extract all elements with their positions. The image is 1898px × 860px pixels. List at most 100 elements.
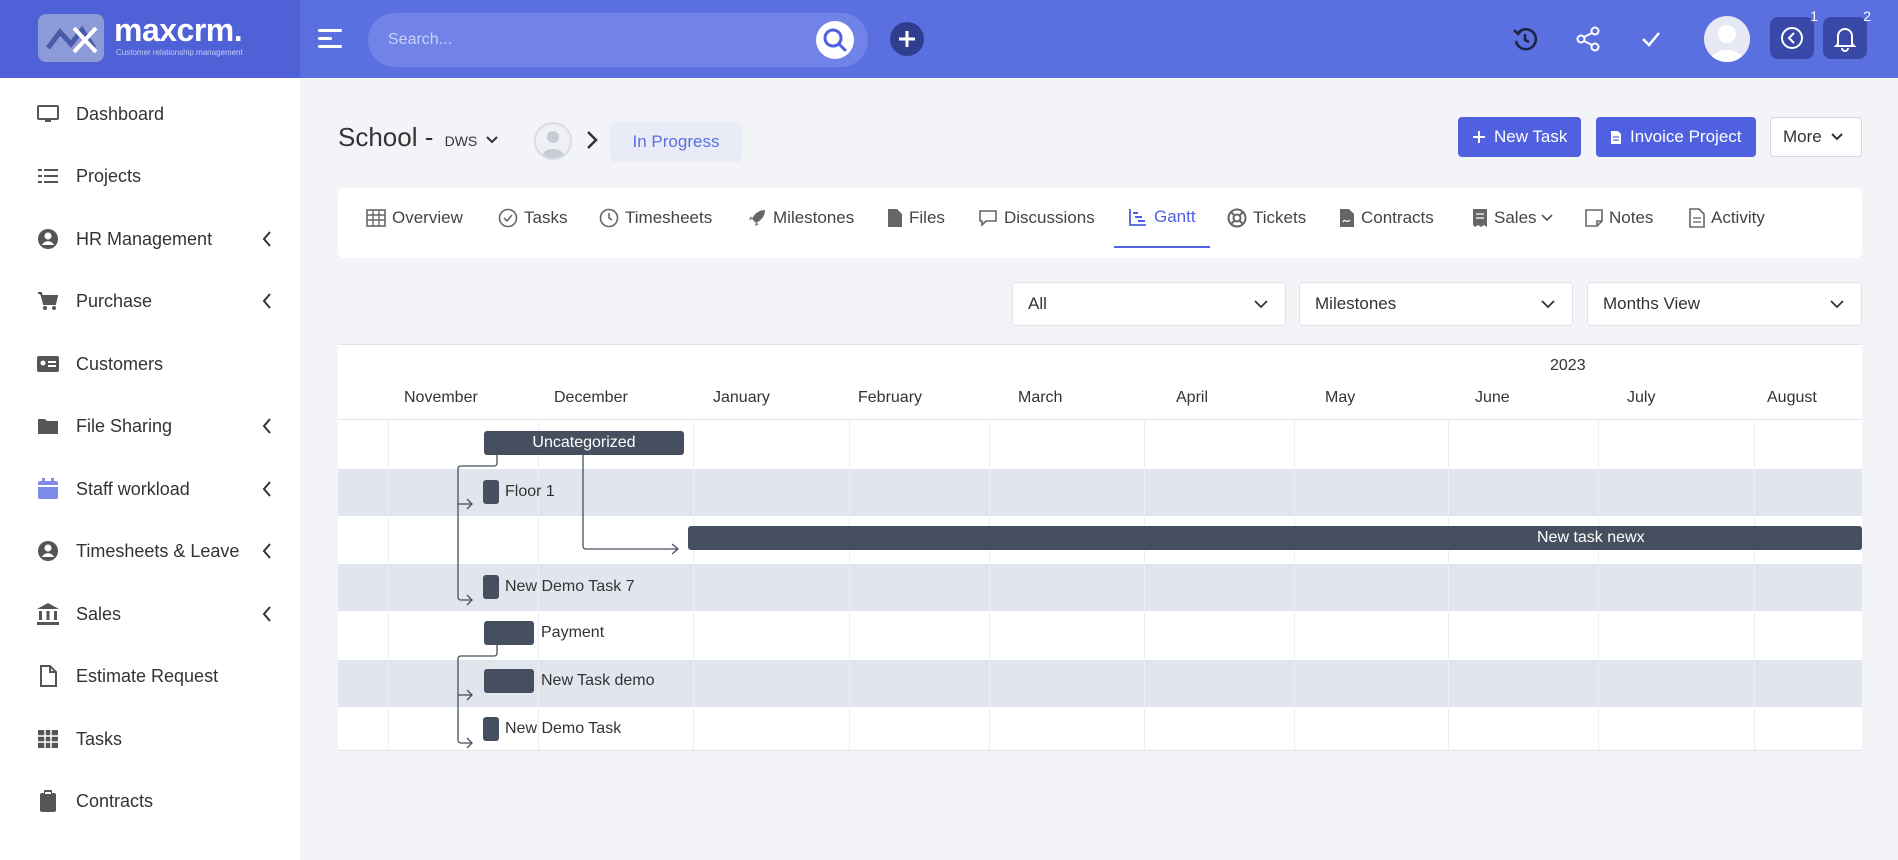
new-task-button[interactable]: New Task: [1458, 117, 1582, 157]
gantt-chart: 2023 November December January February …: [338, 344, 1862, 751]
gantt-task-bar[interactable]: [483, 717, 499, 741]
tab-label: Contracts: [1361, 208, 1434, 227]
sidebar-item-purchase[interactable]: Purchase: [0, 273, 300, 329]
sidebar-item-label: Customers: [76, 353, 164, 374]
file-icon: [40, 665, 57, 687]
sidebar-item-estimate-request[interactable]: Estimate Request: [0, 648, 300, 704]
project-member-avatar[interactable]: [534, 122, 572, 160]
gantt-icon: [1129, 209, 1146, 226]
chevron-down-icon: [1254, 300, 1268, 309]
gantt-bar-label: Uncategorized: [532, 434, 636, 451]
tab-overview[interactable]: Overview: [366, 188, 463, 248]
search-input[interactable]: [368, 13, 868, 67]
gantt-group-bar[interactable]: [484, 621, 534, 645]
more-dropdown[interactable]: More: [1770, 117, 1862, 157]
logo-mark-icon: [38, 14, 104, 62]
tab-files[interactable]: Files: [887, 188, 945, 248]
sidebar-item-customers[interactable]: Customers: [0, 336, 300, 392]
checkmark-icon[interactable]: [1636, 24, 1666, 54]
sidebar-item-projects[interactable]: Projects: [0, 148, 300, 204]
tab-label: Sales: [1494, 208, 1537, 227]
contract-icon: [1340, 209, 1354, 227]
tab-tickets[interactable]: Tickets: [1227, 188, 1306, 248]
sidebar-item-label: Dashboard: [76, 103, 165, 124]
share-icon[interactable]: [1573, 24, 1603, 54]
tab-gantt[interactable]: Gantt: [1114, 188, 1210, 248]
sidebar-item-file-sharing[interactable]: File Sharing: [0, 398, 300, 454]
invoice-project-button[interactable]: Invoice Project: [1596, 117, 1756, 157]
tab-label: Discussions: [1004, 208, 1095, 227]
tab-milestones[interactable]: Milestones: [747, 188, 854, 248]
view-mode-select[interactable]: Months View: [1587, 282, 1862, 326]
chevron-right-icon: [587, 131, 598, 149]
sidebar-item-label: Timesheets & Leave: [76, 540, 240, 561]
tab-tasks[interactable]: Tasks: [498, 188, 567, 248]
quick-add-icon[interactable]: [890, 22, 924, 56]
user-avatar[interactable]: [1704, 16, 1750, 62]
gantt-bar-label: New task newx: [1537, 529, 1645, 546]
chevron-down-icon: [1831, 133, 1843, 141]
project-status-badge[interactable]: In Progress: [610, 122, 742, 162]
chevron-down-icon: [1830, 300, 1844, 309]
gantt-task-bar[interactable]: [484, 669, 534, 693]
tab-activity[interactable]: Activity: [1689, 188, 1765, 248]
sidebar-item-tasks[interactable]: Tasks: [0, 711, 300, 767]
sidebar-item-dashboard[interactable]: Dashboard: [0, 86, 300, 142]
gantt-task-bar[interactable]: [483, 575, 499, 599]
tab-timesheets[interactable]: Timesheets: [599, 188, 712, 248]
tab-sales[interactable]: Sales: [1472, 188, 1559, 248]
type-filter-select[interactable]: All: [1012, 282, 1286, 326]
tab-label: Milestones: [773, 208, 855, 227]
gantt-bar-label: Floor 1: [505, 483, 555, 500]
receipt-icon: [1473, 209, 1487, 227]
timers-badge: 1: [1810, 8, 1818, 24]
sidebar-item-contracts[interactable]: Contracts: [0, 773, 300, 829]
top-header: maxcrm. Customer relationship management: [0, 0, 1898, 78]
group-by-select[interactable]: Milestones: [1299, 282, 1573, 326]
gantt-bar-label: New Demo Task 7: [505, 578, 635, 595]
lifebuoy-icon: [1227, 208, 1247, 228]
chevron-left-icon: [262, 606, 271, 622]
sidebar-item-label: Staff workload: [76, 478, 190, 499]
tab-label: Activity: [1711, 208, 1765, 227]
gantt-task-bar[interactable]: [688, 526, 1862, 550]
chevron-down-icon[interactable]: [484, 134, 500, 146]
history-icon[interactable]: [1510, 24, 1540, 54]
bank-icon: [37, 603, 59, 625]
search-icon[interactable]: [816, 21, 854, 59]
sidebar-item-hr-management[interactable]: HR Management: [0, 211, 300, 267]
cart-icon: [38, 292, 59, 310]
user-circle-icon: [38, 541, 58, 561]
tab-label: Overview: [392, 208, 463, 227]
gantt-task-bar[interactable]: [483, 480, 499, 504]
list-icon: [38, 169, 58, 183]
tab-contracts[interactable]: Contracts: [1339, 188, 1434, 248]
new-task-label: New Task: [1494, 127, 1568, 146]
comment-icon: [979, 210, 997, 227]
view-mode-value: Months View: [1603, 294, 1701, 313]
logo-area[interactable]: maxcrm. Customer relationship management: [0, 0, 300, 78]
menu-toggle-icon[interactable]: [318, 24, 342, 54]
sidebar-item-label: Contracts: [76, 790, 154, 811]
folder-icon: [38, 419, 58, 434]
chevron-left-icon: [262, 293, 271, 309]
notifications-button[interactable]: 2: [1823, 8, 1871, 59]
table-icon: [38, 730, 58, 748]
tab-label: Files: [909, 208, 945, 227]
monitor-icon: [37, 105, 59, 122]
project-code: DWS: [444, 133, 478, 149]
sidebar-item-staff-workload[interactable]: Staff workload: [0, 461, 300, 517]
more-label: More: [1783, 127, 1822, 146]
tab-label: Tickets: [1253, 208, 1307, 227]
gantt-bar-label: New Demo Task: [505, 720, 622, 737]
sidebar: Dashboard Projects HR Management Purchas…: [0, 78, 300, 860]
sidebar-item-timesheets-leave[interactable]: Timesheets & Leave: [0, 523, 300, 579]
sidebar-item-sales[interactable]: Sales: [0, 586, 300, 642]
tab-discussions[interactable]: Discussions: [978, 188, 1095, 248]
timers-button[interactable]: 1: [1770, 8, 1818, 59]
project-tabs: Overview Tasks Timesheets Milestones Fil…: [338, 188, 1862, 258]
invoice-icon: [1611, 130, 1621, 144]
tab-notes[interactable]: Notes: [1585, 188, 1653, 248]
table-icon: [366, 209, 386, 227]
gantt-bar-label: Payment: [541, 624, 605, 641]
